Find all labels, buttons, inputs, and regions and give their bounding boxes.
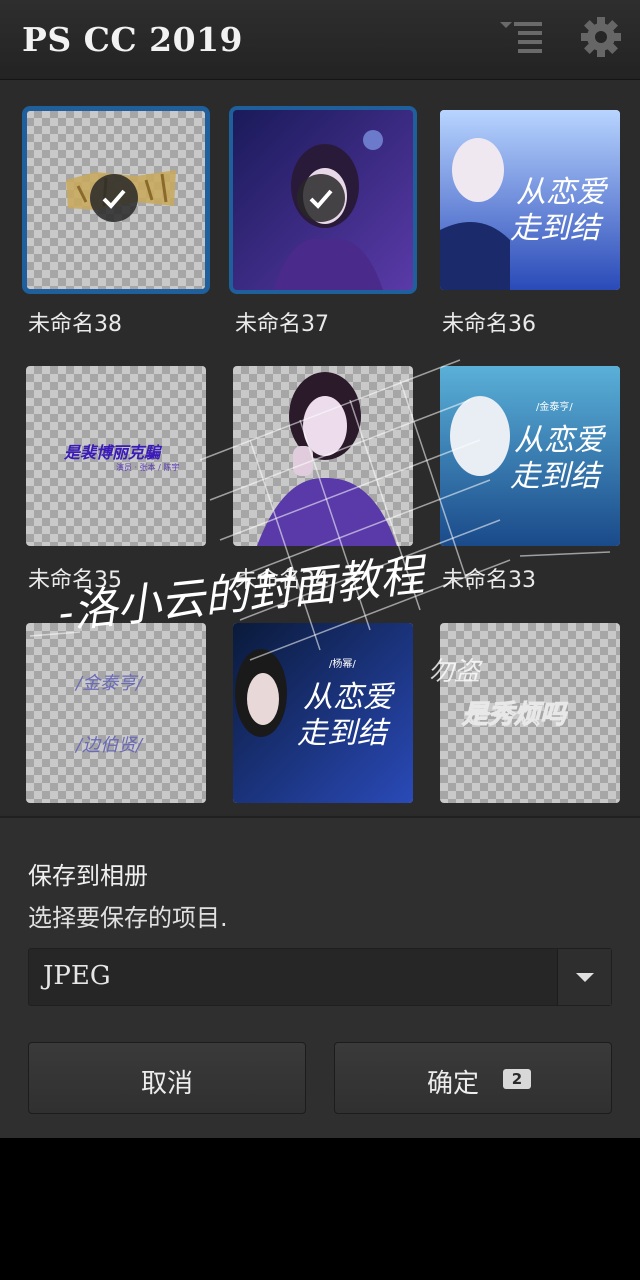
top-bar: PS CC 2019 [0,0,640,80]
thumbnail-art: 从恋爱 走到结 [440,110,620,290]
thumbnail-title: 走到结 [510,211,604,246]
cancel-button[interactable]: 取消 [28,1042,306,1114]
project-name: 未命名36 [442,312,536,337]
thumbnail-title: 走到结 [510,459,604,494]
project-thumbnail[interactable] [229,106,417,294]
thumbnail-tag: /杨幂/ [329,657,356,670]
project-thumbnail[interactable]: 是裴博丽克騙 演员 · 张本 / 陈宇 [26,366,206,546]
thumbnail-art: /杨幂/ 从恋爱 走到结 [233,623,413,803]
project-thumbnail[interactable] [233,366,413,546]
project-thumbnail[interactable]: /金泰亨/ /边伯贤/ [26,623,206,803]
thumbnail-art: /金泰亨/ /边伯贤/ [74,673,144,756]
project-thumbnail[interactable]: /杨幂/ 从恋爱 走到结 [233,623,413,803]
project-thumbnail[interactable] [22,106,210,294]
thumbnail-subtitle: 演员 · 张本 / 陈宇 [116,462,179,472]
project-name: 未命名37 [235,312,329,337]
format-select[interactable]: JPEG [28,948,612,1006]
save-panel-subtitle: 选择要保存的项目. [28,904,228,932]
project-name: 未命名38 [28,312,122,337]
project-thumbnail[interactable]: 从恋爱 走到结 [440,110,620,290]
project-thumbnail[interactable]: /金泰亨/ 从恋爱 走到结 [440,366,620,546]
thumbnail-title: 从恋爱 [514,423,607,458]
ps-app: PS CC 2019 未命名38 未命名37 从恋爱 走到结 未命名36 是裴博… [0,0,640,1138]
thumbnail-art: 是秀烦吗 [461,700,569,731]
thumbnail-title: 是秀烦吗 [461,700,568,730]
list-menu-icon[interactable] [500,20,546,54]
dropdown-arrow-icon[interactable] [557,949,611,1005]
thumbnail-tag: /金泰亨/ [536,400,573,413]
selected-check-icon [297,174,345,222]
thumbnail-title: 从恋爱 [516,175,609,210]
format-select-value: JPEG [43,961,111,991]
project-name: 未命名34 [235,568,329,593]
thumbnail-title: 是裴博丽克騙 [63,443,163,462]
confirm-button[interactable]: 确定 2 [334,1042,612,1114]
cancel-button-label: 取消 [140,1069,193,1099]
save-panel-title: 保存到相册 [28,862,148,890]
project-grid: 未命名38 未命名37 从恋爱 走到结 未命名36 是裴博丽克騙 演员 · 张本… [0,80,640,814]
save-to-album-panel: 保存到相册 选择要保存的项目. JPEG 取消 确定 2 [0,816,640,1138]
thumbnail-art: 是裴博丽克騙 演员 · 张本 / 陈宇 [63,443,179,472]
thumbnail-art [257,372,397,546]
selected-count-badge: 2 [503,1069,531,1089]
app-title: PS CC 2019 [22,20,243,59]
project-name: 未命名35 [28,568,122,593]
thumbnail-title: /边伯贤/ [74,735,144,756]
project-name: 未命名33 [442,568,536,593]
thumbnail-art: /金泰亨/ 从恋爱 走到结 [440,366,620,546]
thumbnail-title: /金泰亨/ [74,673,144,694]
thumbnail-title: 从恋爱 [303,680,396,715]
project-thumbnail[interactable]: 是秀烦吗 [440,623,620,803]
selected-check-icon [90,174,138,222]
thumbnail-title: 走到结 [297,716,391,751]
gear-icon[interactable] [580,16,622,58]
confirm-button-label: 确定 [426,1069,479,1099]
